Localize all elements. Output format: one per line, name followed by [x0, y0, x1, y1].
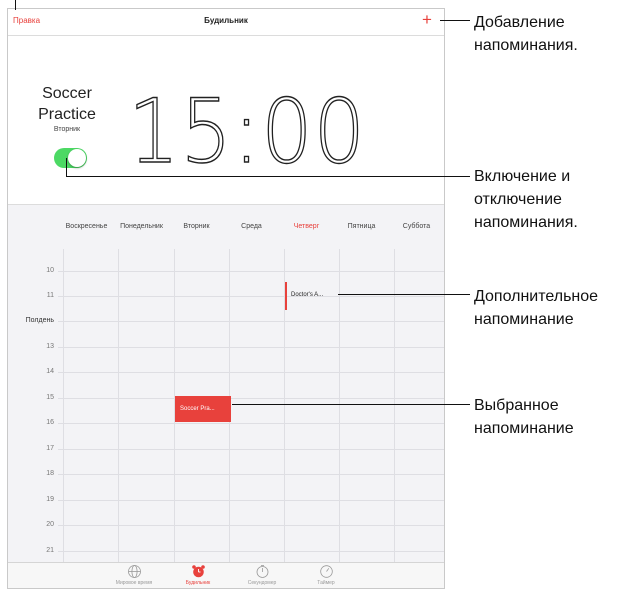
alarm-name: Soccer Practice	[28, 83, 106, 125]
alarm-name-line1: Soccer	[42, 85, 92, 102]
hour-gridline	[58, 449, 444, 450]
day-header-wednesday: Среда	[241, 223, 262, 230]
callout-additional-line2: напоминание	[474, 311, 574, 328]
day-column-divider	[63, 249, 64, 571]
day-header-sunday: Воскресенье	[65, 223, 108, 230]
alarm-time-minutes: 00	[260, 80, 366, 183]
alarm-time-colon: :	[232, 80, 262, 183]
alarm-time: 15:00	[127, 87, 366, 176]
hour-label-11: 11	[46, 292, 54, 299]
callout-toggle-alarm: Включение и отключение напоминания.	[474, 165, 578, 234]
hour-gridline	[58, 296, 444, 297]
callout-selected-alarm: Выбранное напоминание	[474, 394, 574, 440]
hour-gridline	[58, 372, 444, 373]
alarm-clock-icon	[171, 564, 225, 579]
hour-gridline	[58, 551, 444, 552]
callout-leader-toggle	[66, 176, 470, 177]
callout-add-line1: Добавление	[474, 14, 565, 31]
hour-gridline	[58, 500, 444, 501]
day-column-divider	[339, 249, 340, 571]
hour-label-19: 19	[46, 496, 54, 503]
hour-label-noon: Полдень	[25, 317, 54, 324]
day-header-thursday: Четверг	[293, 223, 320, 230]
tab-label: Секундомер	[247, 580, 277, 586]
hour-gridline	[58, 398, 444, 399]
tab-bar: Мировое время Будильник Секундомер Тайме…	[8, 562, 444, 588]
callout-selected-line1: Выбранное	[474, 397, 559, 414]
alarm-repeat-day: Вторник	[53, 126, 81, 133]
day-header-friday: Пятница	[347, 223, 376, 230]
event-title: Doctor's A...	[291, 292, 324, 298]
soccer-practice-alarm[interactable]: Soccer Pra...	[175, 396, 231, 422]
callout-selected-line2: напоминание	[474, 420, 574, 437]
tab-label: Будильник	[185, 580, 211, 586]
hour-label-20: 20	[46, 521, 54, 528]
hour-label-21: 21	[46, 547, 54, 554]
callout-toggle-line2: отключение	[474, 191, 562, 208]
callout-leader-toggle-vertical	[66, 158, 67, 176]
hour-gridline	[58, 525, 444, 526]
callout-toggle-line1: Включение и	[474, 168, 571, 185]
alarm-toggle[interactable]	[54, 148, 87, 168]
hour-label-17: 17	[46, 445, 54, 452]
callout-leader-selected	[232, 404, 470, 405]
hour-label-14: 14	[46, 368, 54, 375]
callout-additional-line1: Дополнительное	[474, 288, 599, 305]
selected-alarm-card: Soccer Practice Вторник 15:00	[8, 36, 444, 204]
hour-label-15: 15	[46, 394, 54, 401]
stopwatch-icon	[235, 564, 289, 579]
hour-gridline	[58, 347, 444, 348]
tab-alarm[interactable]: Будильник	[171, 564, 225, 586]
tab-label: Таймер	[317, 580, 335, 586]
hour-label-13: 13	[46, 343, 54, 350]
callout-additional-alarm: Дополнительное напоминание	[474, 285, 598, 331]
hour-gridline	[58, 474, 444, 475]
hour-label-10: 10	[46, 267, 54, 274]
page-title: Будильник	[204, 16, 248, 25]
nav-bar: Правка Будильник +	[8, 9, 444, 36]
globe-icon	[107, 564, 161, 579]
timer-icon	[299, 564, 353, 579]
day-header-monday: Понедельник	[120, 223, 163, 230]
toggle-knob	[68, 149, 86, 167]
clock-app-screen: Правка Будильник + Soccer Practice Вторн…	[7, 8, 445, 589]
callout-leader-additional	[338, 294, 470, 295]
tab-timer[interactable]: Таймер	[299, 564, 353, 586]
alarm-time-hours: 15	[127, 80, 233, 183]
tab-world-clock[interactable]: Мировое время	[107, 564, 161, 586]
hour-gridline	[58, 423, 444, 424]
hour-gridline	[58, 271, 444, 272]
event-title: Soccer Pra...	[180, 406, 215, 412]
callout-leader-edit	[15, 0, 16, 10]
doctor-appointment-alarm[interactable]: Doctor's A...	[285, 282, 339, 310]
tab-label: Мировое время	[115, 580, 153, 586]
alarm-name-line2: Practice	[38, 106, 96, 123]
day-header-saturday: Суббота	[402, 223, 431, 230]
callout-add-line2: напоминания.	[474, 37, 578, 54]
hour-label-16: 16	[46, 419, 54, 426]
day-header-tuesday: Вторник	[183, 223, 210, 230]
callout-leader-add	[440, 20, 470, 21]
add-alarm-button[interactable]: +	[422, 11, 432, 28]
tab-stopwatch[interactable]: Секундомер	[235, 564, 289, 586]
day-column-divider	[394, 249, 395, 571]
week-view: Воскресенье Понедельник Вторник Среда Че…	[8, 204, 444, 588]
hour-gridline	[58, 321, 444, 322]
callout-add-alarm: Добавление напоминания.	[474, 11, 578, 57]
hour-label-18: 18	[46, 470, 54, 477]
day-column-divider	[118, 249, 119, 571]
callout-toggle-line3: напоминания.	[474, 214, 578, 231]
